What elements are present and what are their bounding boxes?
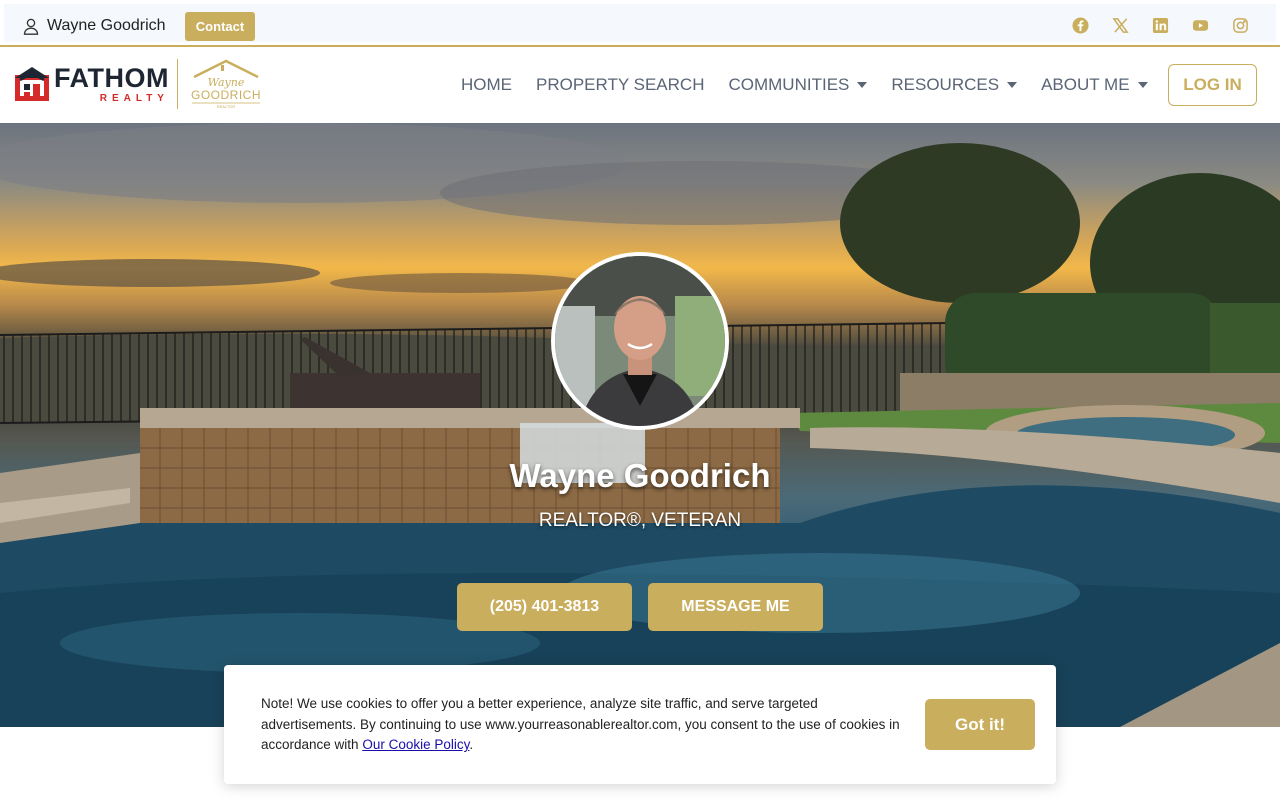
- wayne-goodrich-logo: Wayne GOODRICH REALTOR: [191, 59, 261, 109]
- login-button[interactable]: LOG IN: [1168, 64, 1257, 106]
- nav-home[interactable]: HOME: [461, 75, 512, 95]
- cookie-trailing: .: [469, 737, 474, 752]
- fathom-sub: REALTY: [99, 92, 169, 104]
- wg-tag: REALTOR: [217, 104, 236, 109]
- nav-about-me-label: ABOUT ME: [1041, 75, 1130, 94]
- nav-resources-label: RESOURCES: [891, 75, 1000, 94]
- nav-about-me[interactable]: ABOUT ME: [1041, 75, 1148, 95]
- got-it-button[interactable]: Got it!: [925, 699, 1035, 750]
- cookie-message: Note! We use cookies to offer you a bett…: [261, 696, 900, 752]
- nav-communities-label: COMMUNITIES: [728, 75, 850, 94]
- top-bar-inner: Wayne Goodrich Contact: [4, 4, 1276, 42]
- message-me-button[interactable]: MESSAGE ME: [648, 583, 823, 631]
- agent-name: Wayne Goodrich: [47, 17, 166, 34]
- agent-portrait: [555, 256, 725, 426]
- cookie-banner: Note! We use cookies to offer you a bett…: [224, 665, 1056, 784]
- youtube-icon[interactable]: [1191, 16, 1209, 34]
- facebook-icon[interactable]: [1071, 16, 1089, 34]
- instagram-icon[interactable]: [1231, 16, 1249, 34]
- primary-nav: HOME PROPERTY SEARCH COMMUNITIES RESOURC…: [461, 75, 1148, 95]
- phone-button[interactable]: (205) 401-3813: [457, 583, 632, 631]
- nav-resources[interactable]: RESOURCES: [891, 75, 1018, 95]
- fathom-word: FATHOM: [54, 62, 169, 93]
- chevron-down-icon: [1007, 82, 1018, 88]
- user-icon: [23, 18, 39, 35]
- cookie-text: Note! We use cookies to offer you a bett…: [261, 694, 911, 756]
- agent-avatar: [551, 252, 729, 430]
- main-navbar: FATHOM REALTY Wayne GOODRICH REALTOR HOM…: [0, 47, 1280, 123]
- linkedin-icon[interactable]: [1151, 16, 1169, 34]
- nav-communities[interactable]: COMMUNITIES: [728, 75, 868, 95]
- hero-banner: Wayne Goodrich REALTOR®, VETERAN (205) 4…: [0, 123, 1280, 727]
- nav-property-search[interactable]: PROPERTY SEARCH: [536, 75, 704, 95]
- nav-property-search-label: PROPERTY SEARCH: [536, 75, 705, 94]
- logo-divider: [176, 59, 178, 109]
- nav-home-label: HOME: [461, 75, 512, 94]
- wg-block: GOODRICH: [191, 88, 261, 102]
- top-bar: Wayne Goodrich Contact: [0, 0, 1280, 47]
- hero-agent-name: Wayne Goodrich: [509, 457, 771, 494]
- fathom-wordmark: FATHOM REALTY: [54, 62, 169, 104]
- hero-agent-title: REALTOR®, VETERAN: [538, 510, 742, 531]
- social-links: [1071, 16, 1249, 34]
- fathom-house-icon: [15, 67, 49, 101]
- contact-button[interactable]: Contact: [185, 12, 255, 41]
- cookie-policy-link[interactable]: Our Cookie Policy: [362, 737, 469, 752]
- agent-name-link[interactable]: Wayne Goodrich: [23, 17, 166, 35]
- x-icon[interactable]: [1111, 16, 1129, 34]
- chevron-down-icon: [1137, 82, 1148, 88]
- site-logo[interactable]: FATHOM REALTY Wayne GOODRICH REALTOR: [14, 59, 264, 109]
- chevron-down-icon: [857, 82, 868, 88]
